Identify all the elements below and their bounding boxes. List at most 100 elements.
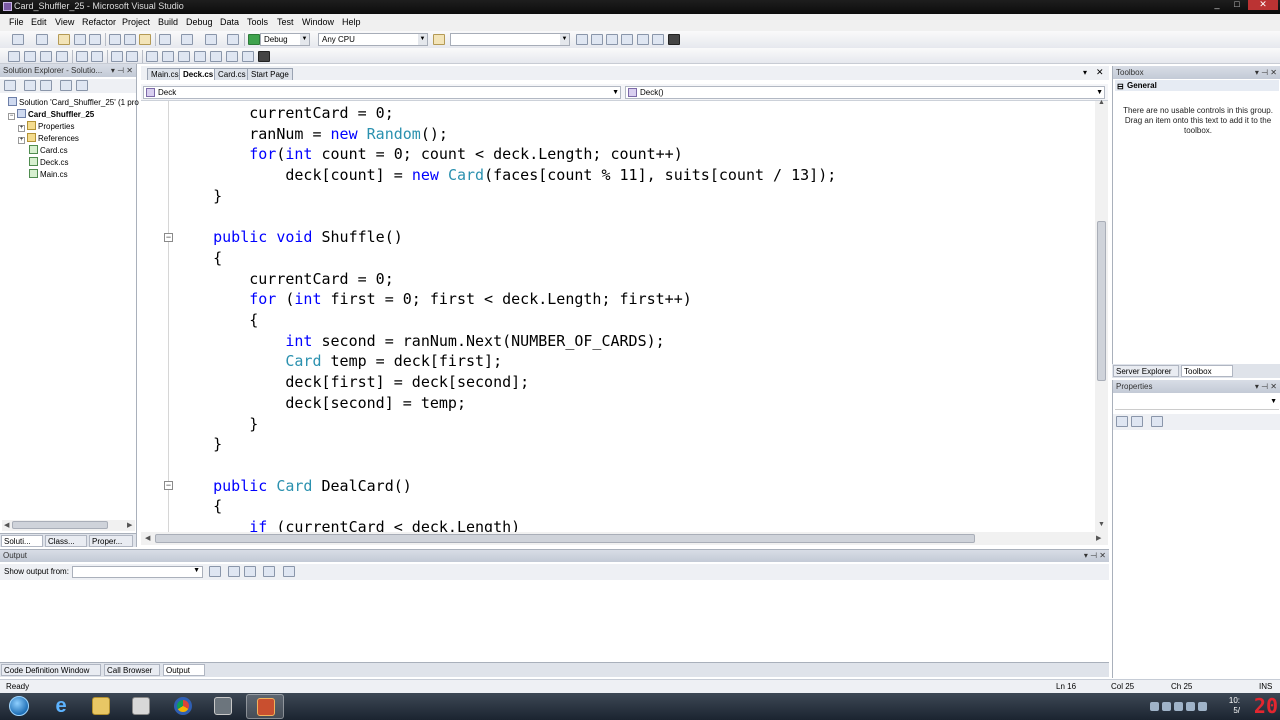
tree-item-project[interactable]: − Card_Shuffler_25	[8, 109, 94, 120]
tab-server-explorer[interactable]: Server Explorer	[1113, 365, 1179, 377]
code-line[interactable]: deck[first] = deck[second];	[177, 372, 529, 392]
code-line[interactable]: for(int count = 0; count < deck.Length; …	[177, 144, 682, 164]
code-line[interactable]: {	[177, 248, 222, 268]
refresh-icon[interactable]	[40, 80, 52, 91]
scrollbar-thumb[interactable]	[1097, 221, 1106, 381]
decrease-indent-icon[interactable]	[76, 51, 88, 62]
tab-output[interactable]: Output	[163, 664, 205, 676]
tab-start-page[interactable]: Start Page	[247, 68, 293, 80]
show-hidden-icons-icon[interactable]	[1150, 702, 1159, 711]
expand-icon[interactable]: +	[18, 137, 25, 144]
next-bookmark-icon[interactable]	[178, 51, 190, 62]
toolbar-options-icon[interactable]	[258, 51, 270, 62]
volume-icon[interactable]	[1198, 702, 1207, 711]
view-class-diagram-icon[interactable]	[76, 80, 88, 91]
redo-icon[interactable]	[181, 34, 193, 45]
scroll-right-icon[interactable]: ▶	[1096, 534, 1101, 542]
code-line[interactable]: public void Shuffle()	[177, 227, 403, 247]
paste-icon[interactable]	[139, 34, 151, 45]
properties-object-select[interactable]: ▼	[1115, 396, 1279, 410]
toolbox-icon[interactable]	[621, 34, 633, 45]
tree-item-properties[interactable]: + Properties	[18, 121, 74, 132]
vertical-scrollbar[interactable]: ▲ ▼	[1095, 99, 1108, 532]
collapse-region-icon[interactable]: −	[164, 233, 173, 242]
collapse-icon[interactable]: −	[8, 113, 15, 120]
code-line[interactable]: {	[177, 496, 222, 516]
tree-item-deck-cs[interactable]: Deck.cs	[29, 157, 68, 168]
taskbar-file-explorer[interactable]	[82, 694, 120, 719]
taskbar-visual-studio[interactable]	[246, 694, 284, 719]
tree-item-references[interactable]: + References	[18, 133, 79, 144]
command-window-icon[interactable]	[652, 34, 664, 45]
taskbar-internet-explorer[interactable]: e	[42, 694, 80, 719]
tab-deck-cs[interactable]: Deck.cs	[179, 68, 218, 80]
panel-window-buttons[interactable]: ▾ ⊣ ✕	[1255, 66, 1277, 79]
clear-bookmarks-icon[interactable]	[226, 51, 238, 62]
previous-bookmark-in-folder-icon[interactable]	[194, 51, 206, 62]
taskbar-video-capture[interactable]	[204, 694, 242, 719]
tree-item-card-cs[interactable]: Card.cs	[29, 145, 68, 156]
active-files-icon[interactable]: ▾	[1083, 68, 1087, 77]
minimize-button[interactable]: _	[1208, 0, 1226, 10]
alphabetical-sort-icon[interactable]	[1131, 416, 1143, 427]
copy-icon[interactable]	[124, 34, 136, 45]
navigate-backward-icon[interactable]	[205, 34, 217, 45]
menu-data[interactable]: Data	[220, 17, 239, 27]
system-clock[interactable]: 10: 5/	[1229, 696, 1240, 716]
tab-class-view[interactable]: Class...	[45, 535, 87, 547]
find-bookmark-icon[interactable]	[242, 51, 254, 62]
code-editor[interactable]: currentCard = 0; ranNum = new Random(); …	[141, 101, 1095, 532]
horizontal-scrollbar[interactable]: ◀ ▶	[2, 520, 135, 531]
show-all-files-icon[interactable]	[24, 80, 36, 91]
menu-test[interactable]: Test	[277, 17, 294, 27]
properties-window-icon[interactable]	[591, 34, 603, 45]
object-members-icon[interactable]	[8, 51, 20, 62]
toolbox-group-general[interactable]: ⊟ General	[1115, 80, 1279, 91]
battery-icon[interactable]	[1186, 702, 1195, 711]
menu-window[interactable]: Window	[302, 17, 334, 27]
previous-bookmark-icon[interactable]	[162, 51, 174, 62]
taskbar-chrome[interactable]	[164, 694, 202, 719]
add-item-icon[interactable]	[36, 34, 48, 45]
close-button[interactable]: ✕	[1248, 0, 1278, 10]
toggle-bookmark-icon[interactable]	[146, 51, 158, 62]
solution-configuration-select[interactable]: Debug ▼	[260, 33, 310, 46]
taskbar-media-player[interactable]	[122, 694, 160, 719]
code-line[interactable]: ranNum = new Random();	[177, 124, 448, 144]
increase-indent-icon[interactable]	[91, 51, 103, 62]
code-line[interactable]: currentCard = 0;	[177, 103, 394, 123]
expand-icon[interactable]: +	[18, 125, 25, 132]
menu-build[interactable]: Build	[158, 17, 178, 27]
tab-solution-explorer[interactable]: Soluti...	[1, 535, 43, 547]
cut-icon[interactable]	[109, 34, 121, 45]
type-dropdown[interactable]: Deck ▼	[143, 86, 621, 99]
toggle-word-wrap-icon[interactable]	[283, 566, 295, 577]
property-pages-icon[interactable]	[1151, 416, 1163, 427]
new-project-icon[interactable]	[12, 34, 24, 45]
collapse-region-icon[interactable]: −	[164, 481, 173, 490]
word-completion-icon[interactable]	[56, 51, 68, 62]
menu-refactor[interactable]: Refactor	[82, 17, 116, 27]
maximize-button[interactable]: □	[1228, 0, 1246, 10]
scroll-up-icon[interactable]: ▲	[1098, 99, 1105, 106]
solution-platform-select[interactable]: Any CPU ▼	[318, 33, 428, 46]
quick-info-icon[interactable]	[40, 51, 52, 62]
scrollbar-thumb[interactable]	[155, 534, 975, 543]
menu-debug[interactable]: Debug	[186, 17, 213, 27]
uncomment-icon[interactable]	[126, 51, 138, 62]
go-to-next-message-icon[interactable]	[244, 566, 256, 577]
find-message-icon[interactable]	[209, 566, 221, 577]
toolbar-options-icon[interactable]	[668, 34, 680, 45]
tree-item-main-cs[interactable]: Main.cs	[29, 169, 68, 180]
scroll-down-icon[interactable]: ▼	[1098, 521, 1105, 528]
view-code-icon[interactable]	[60, 80, 72, 91]
scroll-right-icon[interactable]: ▶	[127, 521, 132, 529]
code-line[interactable]: deck[second] = temp;	[177, 393, 466, 413]
start-page-icon[interactable]	[637, 34, 649, 45]
parameter-info-icon[interactable]	[24, 51, 36, 62]
code-line[interactable]: for (int first = 0; first < deck.Length;…	[177, 289, 692, 309]
save-all-icon[interactable]	[89, 34, 101, 45]
next-bookmark-in-folder-icon[interactable]	[210, 51, 222, 62]
start-button[interactable]	[4, 693, 34, 720]
tree-item-solution[interactable]: Solution 'Card_Shuffler_25' (1 pro	[8, 97, 139, 108]
